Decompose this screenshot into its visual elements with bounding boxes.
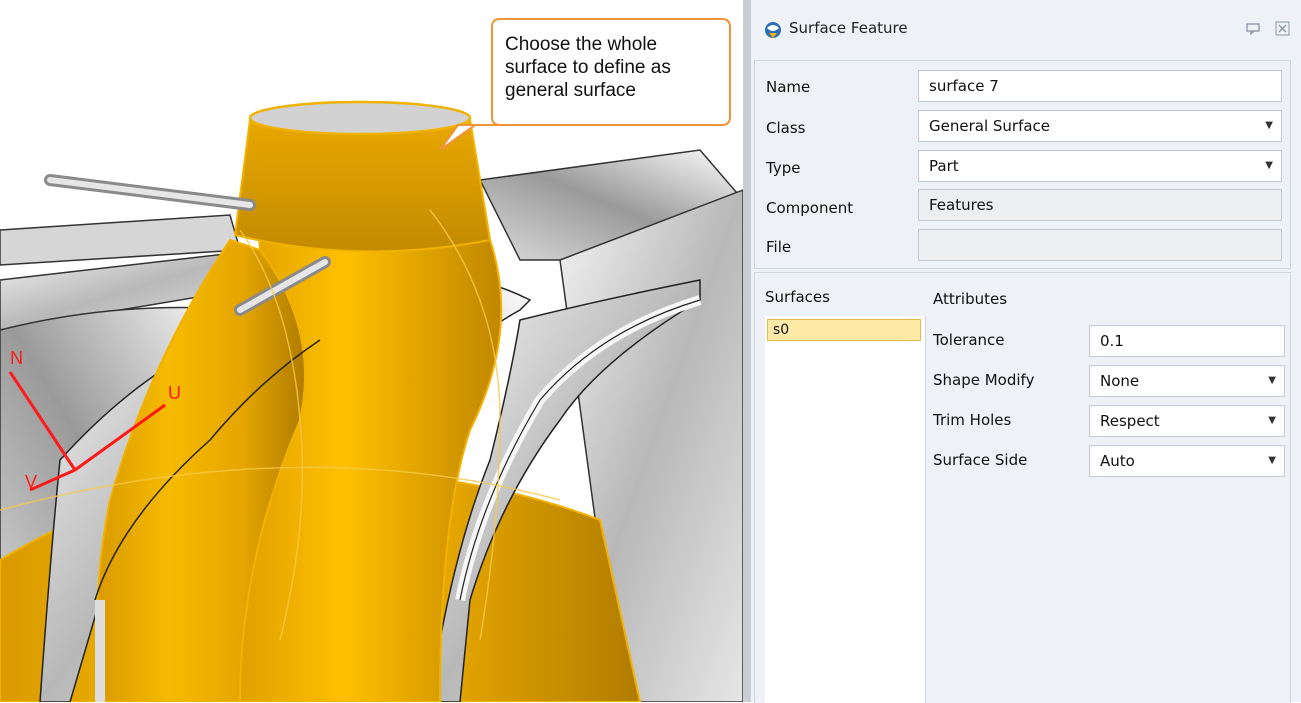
surface-feature-icon: [765, 22, 781, 38]
trim-holes-select[interactable]: Respect ▼: [1089, 405, 1285, 437]
surface-feature-panel: Surface Feature Name surface 7 Class Gen…: [751, 0, 1301, 703]
file-label: File: [766, 238, 792, 256]
file-field: [918, 229, 1282, 261]
callout-text: Choose the whole surface to define as ge…: [505, 33, 720, 102]
component-field: Features: [918, 189, 1282, 221]
tolerance-label: Tolerance: [933, 331, 1005, 349]
tolerance-field[interactable]: 0.1: [1089, 325, 1285, 357]
shape-modify-select[interactable]: None ▼: [1089, 365, 1285, 397]
chevron-down-icon: ▼: [1265, 120, 1273, 131]
component-label: Component: [766, 199, 854, 217]
surfaces-list[interactable]: s0: [765, 316, 926, 703]
surface-side-select[interactable]: Auto ▼: [1089, 445, 1285, 477]
impeller-model[interactable]: [0, 0, 743, 702]
chevron-down-icon: ▼: [1268, 455, 1276, 466]
trim-holes-value: Respect: [1100, 412, 1160, 430]
callout-line: general surface: [505, 80, 636, 101]
trim-holes-label: Trim Holes: [933, 411, 1012, 429]
attributes-header: Attributes: [933, 290, 1008, 308]
panel-titlebar: Surface Feature: [751, 0, 1301, 62]
axis-u-label: U: [168, 383, 181, 403]
list-item[interactable]: s0: [767, 319, 921, 341]
shape-modify-label: Shape Modify: [933, 371, 1035, 389]
callout-line: surface to define as: [505, 57, 671, 78]
properties-section: Name surface 7 Class General Surface ▼ T…: [754, 60, 1291, 269]
class-select-value: General Surface: [929, 117, 1051, 135]
name-label: Name: [766, 78, 811, 96]
axis-n-label: N: [10, 348, 23, 368]
type-select[interactable]: Part ▼: [918, 150, 1282, 182]
panel-divider[interactable]: [743, 0, 751, 702]
name-field[interactable]: surface 7: [918, 70, 1282, 102]
surface-side-value: Auto: [1100, 452, 1135, 470]
callout-line: Choose the whole: [505, 34, 658, 55]
class-label: Class: [766, 119, 806, 137]
surfaces-header: Surfaces: [765, 288, 830, 306]
chevron-down-icon: ▼: [1265, 160, 1273, 171]
pin-icon[interactable]: [1246, 23, 1260, 35]
type-label: Type: [766, 159, 801, 177]
surface-side-label: Surface Side: [933, 451, 1028, 469]
panel-title: Surface Feature: [789, 19, 908, 37]
chevron-down-icon: ▼: [1268, 375, 1276, 386]
shape-modify-value: None: [1100, 372, 1140, 390]
chevron-down-icon: ▼: [1268, 415, 1276, 426]
class-select[interactable]: General Surface ▼: [918, 110, 1282, 142]
surfaces-attributes-section: Surfaces s0 Attributes Tolerance 0.1 Sha…: [754, 272, 1291, 703]
axis-v-label: V: [25, 472, 38, 492]
3d-viewport[interactable]: Choose the whole surface to define as ge…: [0, 0, 743, 702]
close-icon[interactable]: [1275, 21, 1290, 36]
type-select-value: Part: [929, 157, 959, 175]
